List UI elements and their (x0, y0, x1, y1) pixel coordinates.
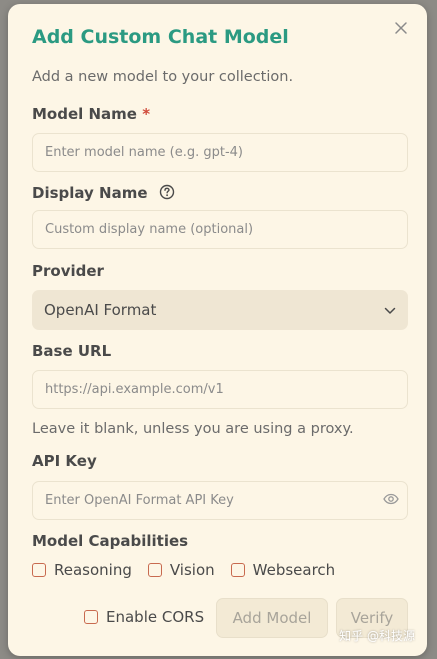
chevron-down-icon (384, 301, 396, 319)
provider-label: Provider (32, 262, 104, 280)
display-name-input[interactable] (32, 210, 408, 249)
capability-reasoning[interactable]: Reasoning (32, 561, 132, 579)
enable-cors-option[interactable]: Enable CORS (84, 608, 204, 626)
provider-select[interactable]: OpenAI Format (32, 290, 408, 330)
model-name-label: Model Name * (32, 105, 150, 123)
enable-cors-checkbox[interactable] (84, 610, 98, 624)
api-key-label: API Key (32, 452, 97, 470)
close-icon[interactable] (391, 18, 411, 38)
add-model-dialog: Add Custom Chat Model Add a new model to… (8, 4, 427, 656)
required-mark: * (142, 105, 151, 123)
vision-label: Vision (169, 561, 215, 579)
add-model-button[interactable]: Add Model (216, 598, 328, 638)
display-name-label: Display Name (32, 184, 175, 202)
reasoning-label: Reasoning (54, 561, 132, 579)
dialog-title: Add Custom Chat Model (32, 26, 289, 48)
capability-websearch[interactable]: Websearch (230, 561, 336, 579)
model-name-label-text: Model Name (32, 105, 137, 123)
model-capabilities-label: Model Capabilities (32, 532, 189, 550)
capability-vision[interactable]: Vision (147, 561, 215, 579)
base-url-hint: Leave it blank, unless you are using a p… (32, 421, 354, 437)
eye-icon[interactable] (383, 491, 399, 507)
websearch-checkbox[interactable] (230, 563, 245, 577)
help-circle-icon[interactable] (159, 184, 175, 200)
websearch-label: Websearch (252, 561, 336, 579)
vision-checkbox[interactable] (147, 563, 162, 577)
api-key-input[interactable] (32, 481, 408, 520)
dialog-subtitle: Add a new model to your collection. (32, 69, 294, 85)
base-url-input[interactable] (32, 370, 408, 409)
display-name-label-text: Display Name (32, 184, 148, 202)
capabilities-group: Reasoning Vision Websearch (32, 561, 351, 579)
enable-cors-label: Enable CORS (106, 608, 205, 626)
provider-selected-value: OpenAI Format (44, 301, 157, 319)
reasoning-checkbox[interactable] (32, 563, 46, 577)
model-name-input[interactable] (32, 133, 408, 172)
watermark: 知乎 @科技源 (339, 629, 415, 643)
base-url-label: Base URL (32, 342, 112, 360)
